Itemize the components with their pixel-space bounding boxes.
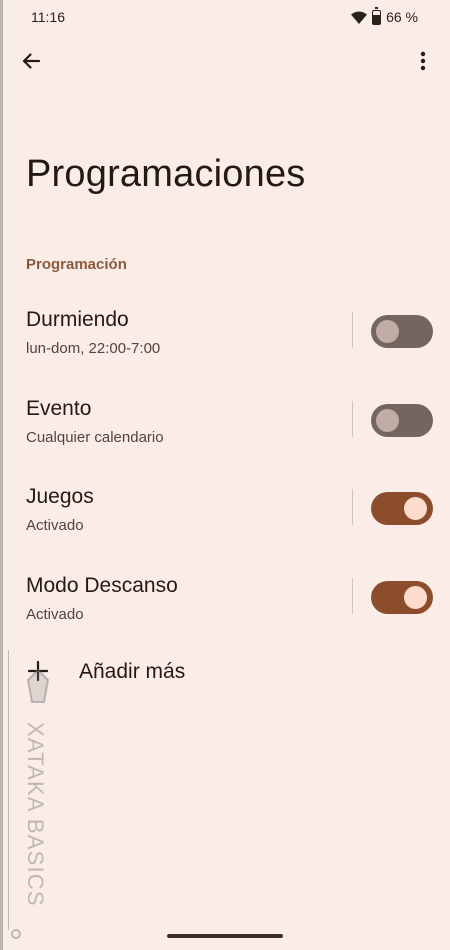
add-more-label: Añadir más xyxy=(79,660,186,683)
schedule-toggle[interactable] xyxy=(371,315,433,348)
toggle-thumb xyxy=(376,409,399,432)
toggle-thumb xyxy=(404,586,427,609)
schedule-row-juegos[interactable]: Juegos Activado xyxy=(0,481,450,557)
row-divider xyxy=(352,578,353,614)
status-icons: 66 % xyxy=(351,6,418,25)
schedule-title: Juegos xyxy=(26,485,94,508)
schedule-subtitle: Cualquier calendario xyxy=(26,429,164,446)
schedule-title: Durmiendo xyxy=(26,308,129,331)
schedule-row-evento[interactable]: Evento Cualquier calendario xyxy=(0,393,450,469)
status-time: 11:16 xyxy=(31,9,65,25)
schedule-toggle[interactable] xyxy=(371,404,433,437)
schedule-row-modo-descanso[interactable]: Modo Descanso Activado xyxy=(0,570,450,646)
row-divider xyxy=(352,312,353,348)
watermark-text: XATAKA BASICS xyxy=(23,722,48,907)
schedule-title: Modo Descanso xyxy=(26,574,178,597)
schedule-subtitle: lun-dom, 22:00-7:00 xyxy=(26,340,161,357)
back-button[interactable] xyxy=(17,47,45,75)
toggle-thumb xyxy=(404,497,427,520)
schedule-toggle[interactable] xyxy=(371,581,433,614)
row-divider xyxy=(352,489,353,525)
more-options-button[interactable] xyxy=(409,47,437,75)
toggle-thumb xyxy=(376,320,399,343)
home-indicator[interactable] xyxy=(167,934,283,938)
more-vert-icon xyxy=(420,51,426,71)
schedule-subtitle: Activado xyxy=(26,517,84,534)
schedule-title: Evento xyxy=(26,397,92,420)
page-title: Programaciones xyxy=(26,153,306,195)
schedule-row-durmiendo[interactable]: Durmiendo lun-dom, 22:00-7:00 xyxy=(0,304,450,380)
screen-edge xyxy=(0,0,3,950)
arrow-back-icon xyxy=(22,53,41,69)
battery-icon xyxy=(372,6,382,25)
add-more-button[interactable]: Añadir más xyxy=(0,650,450,694)
schedule-subtitle: Activado xyxy=(26,606,84,623)
battery-level: 66 % xyxy=(386,9,418,25)
schedule-toggle[interactable] xyxy=(371,492,433,525)
row-divider xyxy=(352,401,353,437)
section-header: Programación xyxy=(26,256,127,273)
wifi-icon xyxy=(351,11,368,24)
status-bar: 11:16 66 % xyxy=(0,0,450,34)
